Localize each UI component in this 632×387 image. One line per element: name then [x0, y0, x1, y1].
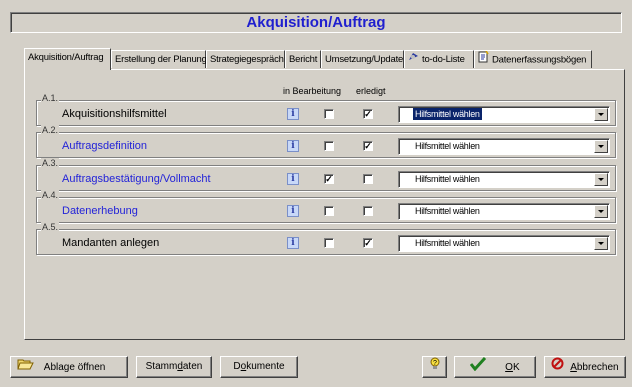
- ok-label-post: K: [512, 362, 520, 374]
- done-checkbox[interactable]: ✓: [363, 141, 373, 151]
- tab-umsetzung-update[interactable]: Umsetzung/Update: [321, 50, 404, 68]
- tab-bericht[interactable]: Bericht: [285, 50, 321, 68]
- help-button[interactable]: ?: [422, 356, 447, 378]
- task-title-link[interactable]: Auftragsbestätigung/Vollmacht: [62, 173, 211, 185]
- info-button[interactable]: i: [287, 140, 299, 152]
- column-header-in-progress: in Bearbeitung: [283, 86, 342, 96]
- tab-label: Strategiegespräch: [210, 54, 284, 65]
- ok-button[interactable]: OK: [454, 356, 536, 378]
- aid-select[interactable]: Hilfsmittel wählen: [398, 203, 610, 220]
- in-progress-checkbox[interactable]: [324, 141, 334, 151]
- in-progress-checkbox[interactable]: [324, 109, 334, 119]
- info-button[interactable]: i: [287, 237, 299, 249]
- help-lightbulb-icon: ?: [430, 357, 440, 378]
- tab-label: Erstellung der Planung: [115, 54, 207, 65]
- task-code: A.3.: [41, 158, 60, 168]
- tab-label: Umsetzung/Update: [325, 54, 404, 65]
- ok-label-accel: O: [505, 362, 513, 374]
- open-archive-button[interactable]: Ablage öffnen: [10, 356, 128, 378]
- aid-select-value: Hilfsmittel wählen: [413, 108, 482, 120]
- tab-akquisition-auftrag[interactable]: Akquisition/Auftrag: [24, 48, 111, 70]
- task-group-a4: A.4. Datenerhebung i Hilfsmittel wählen: [36, 190, 616, 223]
- aid-select[interactable]: Hilfsmittel wählen: [398, 235, 610, 252]
- open-archive-label: Ablage öffnen: [43, 362, 106, 374]
- aid-select-value: Hilfsmittel wählen: [415, 141, 480, 151]
- info-button[interactable]: i: [287, 108, 299, 120]
- tab-erstellung-planung[interactable]: Erstellung der Planung: [111, 50, 207, 68]
- in-progress-checkbox[interactable]: [324, 238, 334, 248]
- chevron-down-icon[interactable]: [594, 173, 608, 186]
- task-group-a1: A.1. Akquisitionshilfsmittel i ✓ Hilfsmi…: [36, 93, 616, 126]
- tab-label: to-do-Liste: [422, 54, 465, 66]
- done-checkbox[interactable]: ✓: [363, 238, 373, 248]
- task-group-a5: A.5. Mandanten anlegen i ✓ Hilfsmittel w…: [36, 222, 616, 255]
- svg-text:?: ?: [433, 360, 437, 367]
- tab-label: Bericht: [289, 54, 318, 65]
- open-folder-icon: [17, 357, 35, 378]
- tab-todo-liste[interactable]: to-do-Liste: [404, 50, 474, 68]
- documents-label-pre: D: [233, 361, 241, 372]
- task-code: A.2.: [41, 125, 60, 135]
- tab-label: Akquisition/Auftrag: [28, 52, 104, 63]
- task-code: A.4.: [41, 190, 60, 200]
- task-title-link[interactable]: Datenerhebung: [62, 205, 138, 217]
- window-title: Akquisition/Auftrag: [10, 12, 622, 33]
- cancel-label-accel: A: [570, 361, 577, 373]
- form-sheet-icon: [478, 50, 489, 69]
- in-progress-checkbox[interactable]: [324, 206, 334, 216]
- done-checkbox[interactable]: [363, 206, 373, 216]
- aid-select[interactable]: Hilfsmittel wählen: [398, 138, 610, 155]
- done-checkbox[interactable]: [363, 174, 373, 184]
- tab-strategiegespraech[interactable]: Strategiegespräch: [206, 50, 285, 68]
- tab-datenerfassungsboegen[interactable]: Datenerfassungsbögen: [474, 50, 592, 68]
- chevron-down-icon[interactable]: [594, 205, 608, 218]
- task-group-a3: A.3. Auftragsbestätigung/Vollmacht i ✓ H…: [36, 158, 616, 191]
- documents-button[interactable]: Dokumente: [220, 356, 298, 378]
- cancel-label-post: bbrechen: [576, 361, 619, 373]
- task-code: A.5.: [41, 222, 60, 232]
- aid-select[interactable]: Hilfsmittel wählen: [398, 106, 610, 123]
- task-group-a2: A.2. Auftragsdefinition i ✓ Hilfsmittel …: [36, 125, 616, 158]
- aid-select[interactable]: Hilfsmittel wählen: [398, 171, 610, 188]
- aid-select-value: Hilfsmittel wählen: [415, 206, 480, 216]
- master-data-button[interactable]: Stammdaten: [136, 356, 212, 378]
- info-button[interactable]: i: [287, 205, 299, 217]
- chevron-down-icon[interactable]: [594, 140, 608, 153]
- tab-label: Datenerfassungsbögen: [492, 54, 587, 66]
- task-title: Akquisitionshilfsmittel: [62, 108, 167, 120]
- master-data-label-pre: Stamm: [145, 361, 178, 372]
- cancel-circle-icon: [551, 357, 564, 377]
- documents-label-post: kumente: [246, 361, 285, 372]
- in-progress-checkbox[interactable]: ✓: [324, 174, 334, 184]
- todo-list-icon: [408, 51, 419, 68]
- cancel-button[interactable]: Abbrechen: [544, 356, 626, 378]
- task-title-link[interactable]: Auftragsdefinition: [62, 140, 147, 152]
- task-code: A.1.: [41, 93, 60, 103]
- aid-select-value: Hilfsmittel wählen: [415, 238, 480, 248]
- column-header-done: erledigt: [356, 86, 386, 96]
- chevron-down-icon[interactable]: [594, 108, 608, 121]
- chevron-down-icon[interactable]: [594, 237, 608, 250]
- aid-select-value: Hilfsmittel wählen: [415, 174, 480, 184]
- done-checkbox[interactable]: ✓: [363, 109, 373, 119]
- task-title: Mandanten anlegen: [62, 237, 160, 249]
- master-data-label-post: aten: [182, 361, 203, 372]
- green-check-icon: [470, 356, 487, 378]
- info-button[interactable]: i: [287, 173, 299, 185]
